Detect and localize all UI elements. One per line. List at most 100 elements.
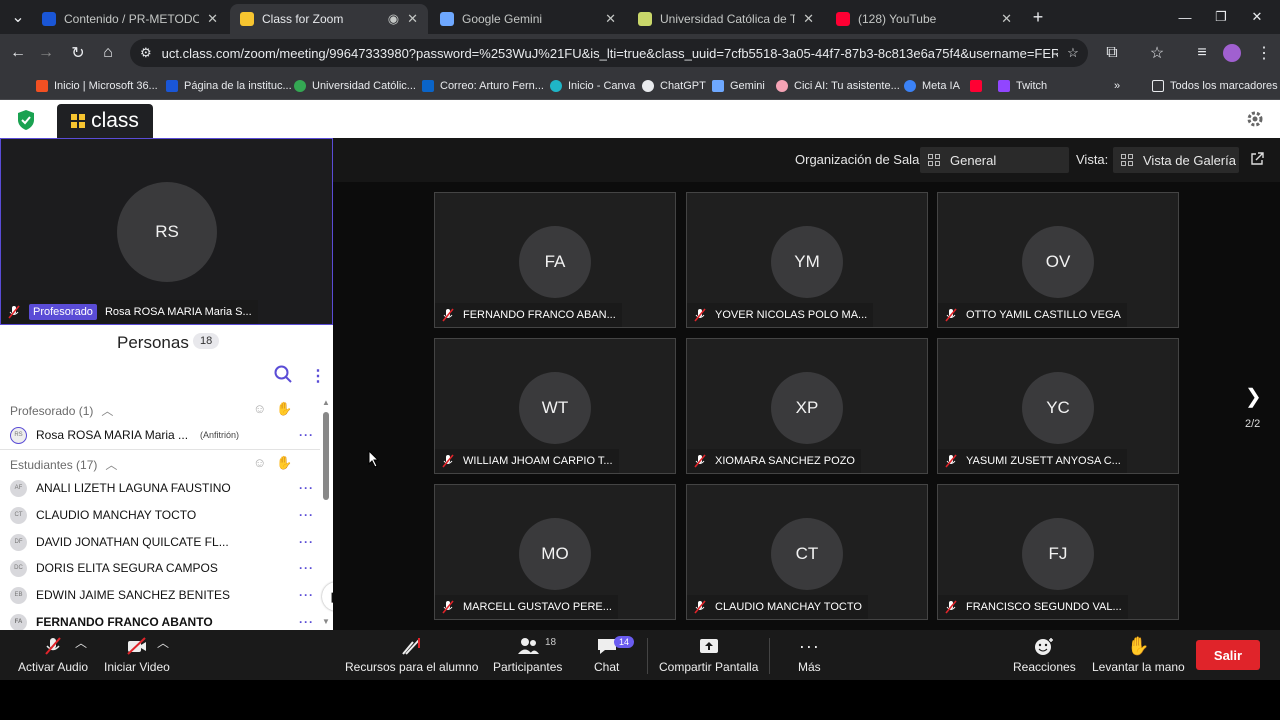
forward-icon[interactable]: → bbox=[34, 41, 58, 65]
list-item[interactable]: EB EDWIN JAIME SANCHEZ BENITES ··· bbox=[10, 584, 320, 606]
more-bookmarks-icon[interactable]: » bbox=[1114, 77, 1120, 95]
browser-tab-universidad[interactable]: Universidad Católica de Trujillo ✕ bbox=[628, 4, 824, 34]
close-icon[interactable]: ✕ bbox=[1001, 11, 1012, 27]
students-group-header[interactable]: Estudiantes (17) ︿ bbox=[10, 456, 117, 473]
list-item[interactable]: CT CLAUDIO MANCHAY TOCTO ··· bbox=[10, 504, 320, 526]
room-select[interactable]: General bbox=[920, 147, 1069, 173]
scrollbar-thumb[interactable] bbox=[323, 412, 329, 500]
view-select[interactable]: Vista de Galería bbox=[1113, 147, 1239, 173]
bookmark-gemini[interactable]: Gemini bbox=[712, 77, 765, 95]
smile-icon[interactable]: ☺ bbox=[253, 401, 266, 417]
room-organization-label: Organización de Sala: bbox=[795, 152, 923, 167]
new-tab-icon[interactable]: + bbox=[1026, 5, 1050, 29]
participant-tile[interactable]: FA FERNANDO FRANCO ABAN... bbox=[434, 192, 676, 328]
bookmark-cici[interactable]: Cici AI: Tu asistente... bbox=[776, 77, 900, 95]
more-options-icon[interactable]: ··· bbox=[299, 588, 314, 602]
participant-tile[interactable]: MO MARCELL GUSTAVO PERE... bbox=[434, 484, 676, 620]
smile-icon[interactable]: ☺ bbox=[253, 455, 266, 471]
participant-tile[interactable]: YM YOVER NICOLAS POLO MA... bbox=[686, 192, 928, 328]
close-icon[interactable]: ✕ bbox=[605, 11, 616, 27]
browser-tab-youtube[interactable]: (128) YouTube ✕ bbox=[826, 4, 1022, 34]
external-link-icon[interactable] bbox=[1250, 152, 1264, 166]
teachers-group-header[interactable]: Profesorado (1) ︿ bbox=[10, 402, 113, 419]
chevron-up-icon[interactable]: ︿ bbox=[101, 402, 113, 419]
bookmark-label: Universidad Católic... bbox=[312, 80, 416, 92]
student-resources-button[interactable]: Recursos para el alumno bbox=[345, 630, 478, 680]
site-info-icon[interactable]: ⚙ bbox=[140, 45, 152, 61]
media-icon[interactable]: ≡ bbox=[1190, 41, 1214, 65]
bookmark-meta[interactable]: Meta IA bbox=[904, 77, 960, 95]
bookmark-correo[interactable]: Correo: Arturo Fern... bbox=[422, 77, 544, 95]
profile-avatar[interactable] bbox=[1220, 41, 1244, 65]
list-item[interactable]: AF ANALI LIZETH LAGUNA FAUSTINO ··· bbox=[10, 477, 320, 499]
close-icon[interactable]: ✕ bbox=[407, 11, 418, 27]
bookmark-microsoft[interactable]: Inicio | Microsoft 36... bbox=[36, 77, 158, 95]
hand-icon[interactable]: ✋ bbox=[276, 455, 292, 471]
list-item[interactable]: DF DAVID JONATHAN QUILCATE FL... ··· bbox=[10, 531, 320, 553]
chevron-right-icon[interactable]: ❯ bbox=[1245, 384, 1262, 409]
leave-button[interactable]: Salir bbox=[1196, 640, 1260, 670]
close-icon[interactable]: ✕ bbox=[803, 11, 814, 27]
raise-hand-button[interactable]: ✋ Levantar la mano bbox=[1092, 630, 1185, 680]
reload-icon[interactable]: ↻ bbox=[66, 41, 90, 65]
bookmark-star-icon[interactable]: ☆ bbox=[1058, 45, 1088, 61]
participant-tile[interactable]: WT WILLIAM JHOAM CARPIO T... bbox=[434, 338, 676, 474]
home-icon[interactable]: ⌂ bbox=[96, 41, 120, 65]
scroll-up-icon[interactable]: ▲ bbox=[322, 398, 330, 407]
list-item-teacher[interactable]: RS Rosa ROSA MARIA Maria ... (Anfitrión)… bbox=[10, 424, 320, 446]
tab-favicon-icon bbox=[42, 12, 56, 26]
avatar: FA bbox=[519, 226, 591, 298]
bookmark-twitch[interactable]: Twitch bbox=[998, 77, 1047, 95]
scroll-down-icon[interactable]: ▼ bbox=[322, 617, 330, 626]
share-screen-button[interactable]: Compartir Pantalla bbox=[659, 630, 758, 680]
close-icon[interactable]: ✕ bbox=[207, 11, 218, 27]
search-icon[interactable] bbox=[274, 365, 292, 383]
chevron-up-icon[interactable]: ︿ bbox=[75, 634, 87, 651]
participant-tile[interactable]: CT CLAUDIO MANCHAY TOCTO bbox=[686, 484, 928, 620]
bookmark-canva[interactable]: Inicio - Canva bbox=[550, 77, 635, 95]
bookmarks-bar: Inicio | Microsoft 36... Página de la in… bbox=[0, 72, 1280, 100]
chevron-up-icon[interactable]: ︿ bbox=[157, 634, 169, 651]
gear-icon[interactable] bbox=[1246, 110, 1264, 128]
button-label: Levantar la mano bbox=[1092, 660, 1185, 674]
bookmark-institucion[interactable]: Página de la instituc... bbox=[166, 77, 292, 95]
more-options-icon[interactable]: ··· bbox=[299, 561, 314, 575]
browser-tab-gemini[interactable]: Google Gemini ✕ bbox=[430, 4, 626, 34]
chevron-up-icon[interactable]: ︿ bbox=[105, 456, 117, 473]
bookmark-youtube[interactable] bbox=[970, 77, 988, 95]
more-options-icon[interactable]: ··· bbox=[299, 508, 314, 522]
more-options-icon[interactable]: ··· bbox=[299, 615, 314, 629]
avatar-initials: WT bbox=[541, 398, 569, 417]
window-close-icon[interactable]: ✕ bbox=[1234, 0, 1280, 34]
menu-icon[interactable]: ⋮ bbox=[1252, 41, 1276, 65]
browser-tab-contenido[interactable]: Contenido / PR-METODOLOGÍA ✕ bbox=[32, 4, 228, 34]
bookmark-favicon-icon bbox=[776, 80, 788, 92]
more-options-icon[interactable]: ··· bbox=[299, 535, 314, 549]
address-bar[interactable]: ⚙ uct.class.com/zoom/meeting/99647333980… bbox=[130, 39, 1088, 67]
all-bookmarks-folder[interactable]: Todos los marcadores bbox=[1152, 77, 1278, 95]
more-options-icon[interactable]: ··· bbox=[299, 428, 314, 442]
extensions-icon[interactable]: ⧉ bbox=[1100, 41, 1124, 65]
list-item[interactable]: DC DORIS ELITA SEGURA CAMPOS ··· bbox=[10, 557, 320, 579]
participant-tile[interactable]: FJ FRANCISCO SEGUNDO VAL... bbox=[937, 484, 1179, 620]
avatar-initials: OV bbox=[1045, 252, 1071, 271]
browser-tab-class-for-zoom[interactable]: Class for Zoom ◉ ✕ bbox=[230, 4, 428, 34]
teacher-video-tile[interactable]: RS Profesorado Rosa ROSA MARIA Maria S..… bbox=[0, 138, 333, 325]
participant-tile[interactable]: XP XIOMARA SANCHEZ POZO bbox=[686, 338, 928, 474]
bookmarks-icon[interactable]: ☆ bbox=[1145, 41, 1169, 65]
participant-tile[interactable]: OV OTTO YAMIL CASTILLO VEGA bbox=[937, 192, 1179, 328]
participant-tile[interactable]: YC YASUMI ZUSETT ANYOSA C... bbox=[937, 338, 1179, 474]
reactions-button[interactable]: Reacciones bbox=[1013, 630, 1076, 680]
group-actions: ☺ ✋ bbox=[253, 401, 292, 417]
avatar: DC bbox=[10, 559, 27, 577]
more-button[interactable]: ··· Más bbox=[798, 630, 821, 680]
tab-search-icon[interactable]: ⌄ bbox=[6, 5, 30, 29]
bookmark-universidad[interactable]: Universidad Católic... bbox=[294, 77, 416, 95]
bookmark-chatgpt[interactable]: ChatGPT bbox=[642, 77, 706, 95]
back-icon[interactable]: ← bbox=[6, 41, 30, 65]
hand-icon[interactable]: ✋ bbox=[276, 401, 292, 417]
more-options-icon[interactable]: ⋮ bbox=[310, 366, 326, 386]
group-label: Estudiantes (17) bbox=[10, 457, 98, 472]
more-options-icon[interactable]: ··· bbox=[299, 481, 314, 495]
list-item-self[interactable]: FA FERNANDO FRANCO ABANTO ··· bbox=[10, 611, 320, 630]
